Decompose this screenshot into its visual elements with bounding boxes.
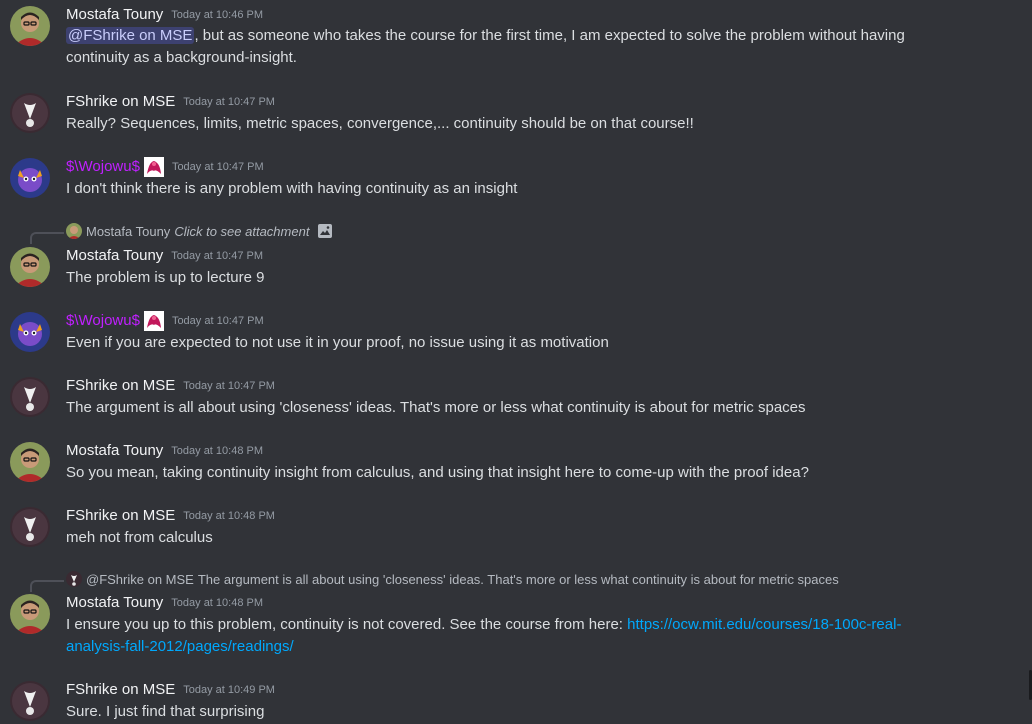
author-name[interactable]: $\Wojowu$ — [66, 157, 140, 177]
avatar[interactable] — [10, 377, 50, 417]
reply-spine — [30, 580, 64, 592]
message-text: The problem is up to lecture 9 — [66, 269, 265, 286]
timestamp: Today at 10:48 PM — [171, 445, 264, 457]
timestamp: Today at 10:47 PM — [171, 315, 264, 327]
author-name[interactable]: FShrike on MSE — [66, 506, 175, 526]
reply-text[interactable]: The argument is all about using 'closene… — [198, 572, 839, 587]
author-name[interactable]: FShrike on MSE — [66, 92, 175, 112]
avatar[interactable] — [10, 312, 50, 352]
timestamp: Today at 10:46 PM — [171, 9, 264, 21]
message-content: @FShrike on MSE, but as someone who take… — [66, 25, 936, 69]
timestamp: Today at 10:48 PM — [183, 510, 275, 522]
avatar[interactable] — [10, 594, 50, 634]
message-text: meh not from calculus — [66, 529, 213, 546]
message-text: So you mean, taking continuity insight f… — [66, 464, 809, 481]
avatar[interactable] — [10, 507, 50, 547]
user-mention[interactable]: @FShrike on MSE — [66, 27, 195, 44]
reply-text[interactable]: Click to see attachment — [174, 224, 309, 239]
role-icon — [143, 157, 164, 177]
message-text: Even if you are expected to not use it i… — [66, 334, 609, 351]
reply-avatar — [66, 571, 82, 587]
author-name[interactable]: Mostafa Touny — [66, 593, 163, 613]
timestamp: Today at 10:47 PM — [171, 250, 264, 262]
avatar[interactable] — [10, 93, 50, 133]
reply-author[interactable]: Mostafa Touny — [86, 224, 170, 239]
timestamp: Today at 10:49 PM — [183, 684, 275, 696]
timestamp: Today at 10:47 PM — [183, 96, 275, 108]
author-name[interactable]: FShrike on MSE — [66, 376, 175, 396]
author-name[interactable]: $\Wojowu$ — [66, 311, 140, 331]
reply-author[interactable]: @FShrike on MSE — [86, 572, 194, 587]
message-text: Really? Sequences, limits, metric spaces… — [66, 115, 694, 132]
message-content: I ensure you up to this problem, continu… — [66, 614, 936, 658]
author-name[interactable]: FShrike on MSE — [66, 680, 175, 700]
timestamp: Today at 10:47 PM — [171, 161, 264, 173]
reply-preview[interactable]: @FShrike on MSE The argument is all abou… — [66, 570, 839, 588]
avatar[interactable] — [10, 6, 50, 46]
image-icon — [317, 223, 333, 239]
message-text: I ensure you up to this problem, continu… — [66, 616, 628, 633]
timestamp: Today at 10:47 PM — [183, 380, 275, 392]
message-text: Sure. I just find that surprising — [66, 703, 265, 720]
reply-preview[interactable]: Mostafa Touny Click to see attachment — [66, 222, 333, 240]
avatar[interactable] — [10, 158, 50, 198]
avatar[interactable] — [10, 247, 50, 287]
chat-messages: Mostafa Touny Today at 10:46 PM @FShrike… — [0, 0, 1032, 724]
role-icon — [143, 311, 164, 331]
author-name[interactable]: Mostafa Touny — [66, 5, 163, 25]
message-text: I don't think there is any problem with … — [66, 180, 518, 197]
reply-avatar — [66, 223, 82, 239]
avatar[interactable] — [10, 681, 50, 721]
message-text: The argument is all about using 'closene… — [66, 399, 806, 416]
avatar[interactable] — [10, 442, 50, 482]
timestamp: Today at 10:48 PM — [171, 597, 264, 609]
author-name[interactable]: Mostafa Touny — [66, 441, 163, 461]
author-name[interactable]: Mostafa Touny — [66, 246, 163, 266]
reply-spine — [30, 232, 64, 244]
